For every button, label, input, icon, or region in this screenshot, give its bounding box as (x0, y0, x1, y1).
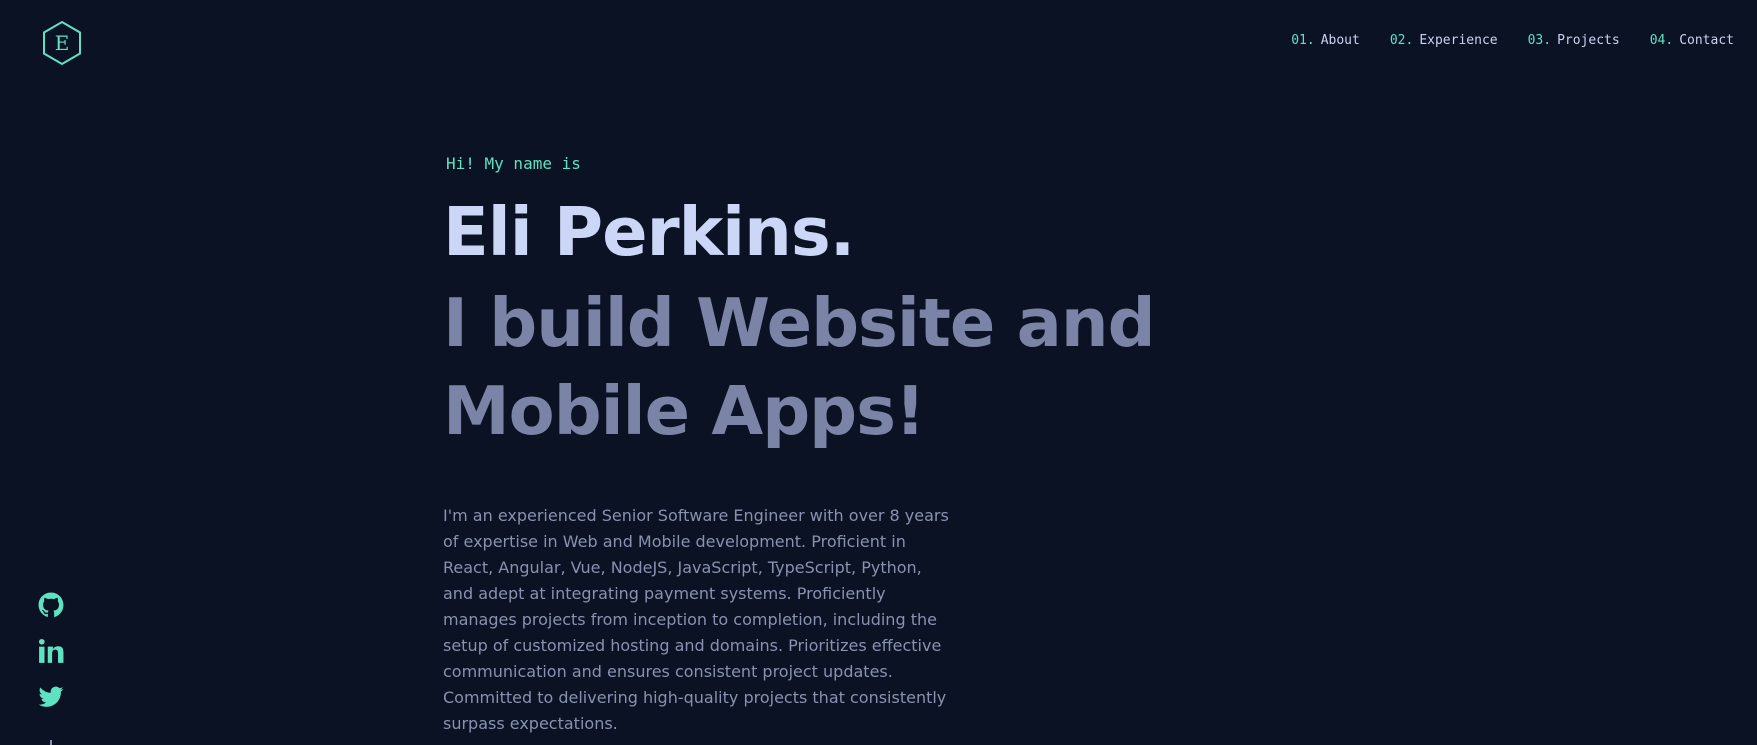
site-logo[interactable]: E (40, 20, 84, 66)
nav-item-number: 03. (1527, 33, 1552, 48)
hero-about-text: I'm an experienced Senior Software Engin… (443, 506, 949, 733)
hero-tagline: I build Website and Mobile Apps! (443, 284, 1156, 450)
linkedin-icon (38, 638, 64, 663)
nav-item-number: 02. (1389, 33, 1414, 48)
hero-intro: Hi! My name is (446, 154, 581, 173)
twitter-link[interactable] (38, 684, 64, 710)
social-links (38, 592, 64, 710)
nav-item-experience[interactable]: 02. Experience (1390, 33, 1498, 48)
nav-item-label: About (1320, 33, 1360, 48)
nav-item-label: Projects (1557, 33, 1620, 48)
main-nav: 01. About 02. Experience 03. Projects 04. Co… (1291, 33, 1734, 48)
linkedin-link[interactable] (38, 638, 64, 664)
twitter-icon (38, 686, 64, 707)
nav-item-number: 04. (1649, 33, 1674, 48)
github-icon (38, 592, 64, 618)
nav-item-label: Contact (1679, 33, 1734, 48)
nav-item-contact[interactable]: 04. Contact (1650, 33, 1734, 48)
hero-section: Hi! My name is Eli Perkins. I build Webs… (443, 150, 1343, 737)
social-divider-line (50, 740, 52, 745)
hero-name: Eli Perkins. (443, 193, 855, 271)
nav-item-label: Experience (1419, 33, 1498, 48)
hexagon-logo-icon: E (43, 20, 81, 66)
logo-letter: E (55, 31, 70, 55)
github-link[interactable] (38, 592, 64, 618)
nav-item-number: 01. (1291, 33, 1315, 48)
nav-item-projects[interactable]: 03. Projects (1528, 33, 1620, 48)
nav-item-about[interactable]: 01. About (1291, 33, 1360, 48)
